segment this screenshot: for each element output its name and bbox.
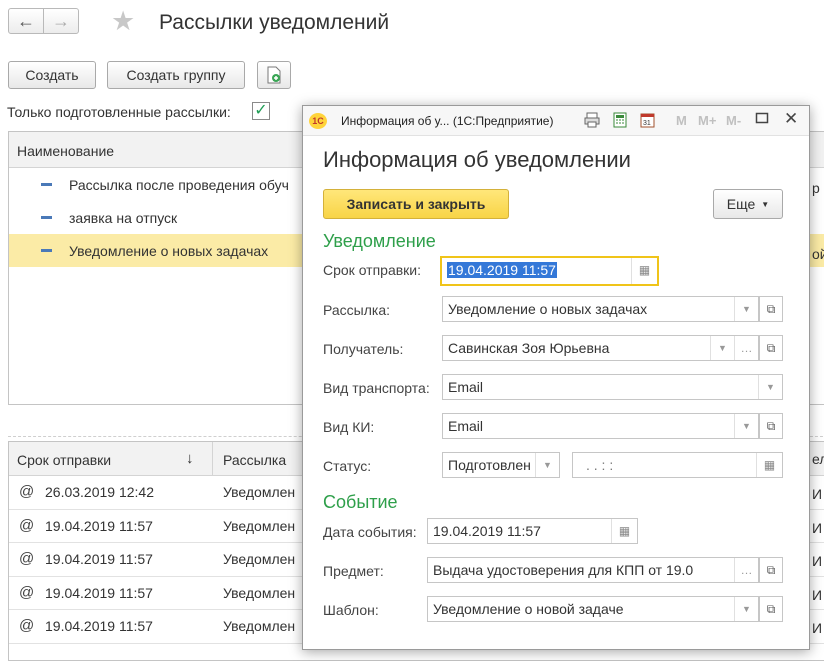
clipped-cell-text: И	[812, 587, 823, 603]
clipped-cell-text: И	[812, 620, 823, 636]
template-label: Шаблон:	[323, 602, 379, 618]
transport-field[interactable]: Email ▼	[442, 374, 783, 400]
notification-info-dialog: 1С Информация об у... (1С:Предприятие) 3…	[302, 105, 810, 650]
chevron-down-icon[interactable]: ▼	[535, 453, 559, 477]
email-at-icon: @	[19, 516, 35, 534]
print-icon[interactable]	[584, 112, 600, 131]
more-button[interactable]: Еще ▼	[713, 189, 783, 219]
email-at-icon: @	[19, 583, 35, 601]
status-date-field[interactable]: . . : : ▦	[572, 452, 783, 478]
section-event: Событие	[323, 492, 398, 512]
favorite-star-icon[interactable]: ★	[111, 6, 135, 36]
restore-window-icon[interactable]	[755, 111, 769, 128]
chevron-down-icon[interactable]: ▼	[710, 336, 734, 360]
document-add-icon	[267, 66, 281, 84]
email-at-icon: @	[19, 550, 35, 567]
open-subject-button[interactable]: ⧉	[759, 557, 783, 583]
clipped-cell-text: И	[812, 520, 823, 536]
open-mailing-button[interactable]: ⧉	[759, 296, 783, 322]
chevron-down-icon[interactable]: ▼	[734, 597, 758, 621]
filter-label: Только подготовленные рассылки:	[7, 104, 231, 120]
clipped-cell-text: р	[812, 180, 820, 196]
arrow-right-icon: →	[52, 10, 70, 31]
create-group-button[interactable]: Создать группу	[107, 61, 245, 89]
chevron-down-icon[interactable]: ▼	[758, 375, 782, 399]
status-label: Статус:	[323, 458, 372, 474]
close-icon[interactable]: ✕	[784, 109, 798, 129]
column-header-send-date[interactable]: Срок отправки	[17, 452, 111, 468]
calculator-icon[interactable]	[613, 112, 627, 131]
clipped-cell-text: ой	[812, 246, 824, 262]
arrow-left-icon: ←	[17, 10, 35, 31]
calendar-icon[interactable]: ▦	[756, 453, 782, 477]
create-button[interactable]: Создать	[8, 61, 96, 89]
open-window-icon: ⧉	[766, 341, 776, 355]
add-document-button[interactable]	[257, 61, 291, 89]
back-button[interactable]: ←	[8, 8, 44, 34]
email-at-icon: @	[19, 617, 35, 634]
email-at-icon: @	[19, 483, 35, 500]
window-title: Информация об у... (1С:Предприятие)	[341, 114, 554, 128]
send-date-field[interactable]: 19.04.2019 11:57 ▦	[440, 256, 659, 286]
status-field[interactable]: Подготовлен ▼	[442, 452, 560, 478]
item-marker-icon	[41, 183, 52, 186]
memory-plus-button[interactable]: M+	[698, 113, 716, 128]
svg-text:31: 31	[643, 120, 651, 127]
transport-label: Вид транспорта:	[323, 380, 430, 396]
contact-info-type-label: Вид КИ:	[323, 419, 375, 435]
dialog-title: Информация об уведомлении	[323, 147, 631, 172]
memory-minus-button[interactable]: M-	[726, 113, 741, 128]
mailing-label: Рассылка:	[323, 302, 390, 318]
open-contact-info-type-button[interactable]: ⧉	[759, 413, 783, 439]
select-ellipsis-icon[interactable]: …	[734, 336, 758, 360]
recipient-label: Получатель:	[323, 341, 404, 357]
template-field[interactable]: Уведомление о новой задаче ▼	[427, 596, 759, 622]
open-window-icon: ⧉	[766, 563, 776, 577]
page-title: Рассылки уведомлений	[159, 11, 390, 34]
app-logo-icon: 1С	[309, 113, 327, 129]
calendar-icon[interactable]: 31	[640, 112, 655, 131]
column-header-mailing[interactable]: Рассылка	[223, 452, 286, 468]
clipped-cell-text: И	[812, 486, 823, 502]
calendar-icon[interactable]: ▦	[631, 258, 657, 284]
clipped-cell-text: И	[812, 553, 823, 569]
save-and-close-button[interactable]: Записать и закрыть	[323, 189, 509, 219]
dialog-titlebar[interactable]: 1С Информация об у... (1С:Предприятие) 3…	[303, 106, 809, 136]
event-date-field[interactable]: 19.04.2019 11:57 ▦	[427, 518, 638, 544]
recipient-field[interactable]: Савинская Зоя Юрьевна ▼ …	[442, 335, 759, 361]
prepared-only-checkbox[interactable]: ✓	[252, 102, 270, 120]
subject-field[interactable]: Выдача удостоверения для КПП от 19.0 …	[427, 557, 759, 583]
open-template-button[interactable]: ⧉	[759, 596, 783, 622]
forward-button[interactable]: →	[43, 8, 79, 34]
subject-label: Предмет:	[323, 563, 384, 579]
check-icon: ✓	[254, 102, 268, 119]
event-date-label: Дата события:	[323, 524, 417, 540]
calendar-icon[interactable]: ▦	[611, 519, 637, 543]
contact-info-type-field[interactable]: Email ▼	[442, 413, 759, 439]
open-recipient-button[interactable]: ⧉	[759, 335, 783, 361]
item-marker-icon	[41, 216, 52, 219]
select-ellipsis-icon[interactable]: …	[734, 558, 758, 582]
sort-down-icon[interactable]: ↓	[186, 450, 194, 467]
chevron-down-icon[interactable]: ▼	[734, 297, 758, 321]
section-notification: Уведомление	[323, 231, 436, 251]
open-window-icon: ⧉	[766, 302, 776, 316]
send-date-label: Срок отправки:	[323, 262, 422, 278]
chevron-down-icon[interactable]: ▼	[734, 414, 758, 438]
open-window-icon: ⧉	[766, 419, 776, 433]
memory-m-button[interactable]: M	[676, 113, 687, 128]
clipped-header-text: ел	[812, 451, 824, 467]
mailing-field[interactable]: Уведомление о новых задачах ▼	[442, 296, 759, 322]
open-window-icon: ⧉	[766, 602, 776, 616]
item-marker-icon	[41, 249, 52, 252]
chevron-down-icon: ▼	[761, 199, 770, 209]
